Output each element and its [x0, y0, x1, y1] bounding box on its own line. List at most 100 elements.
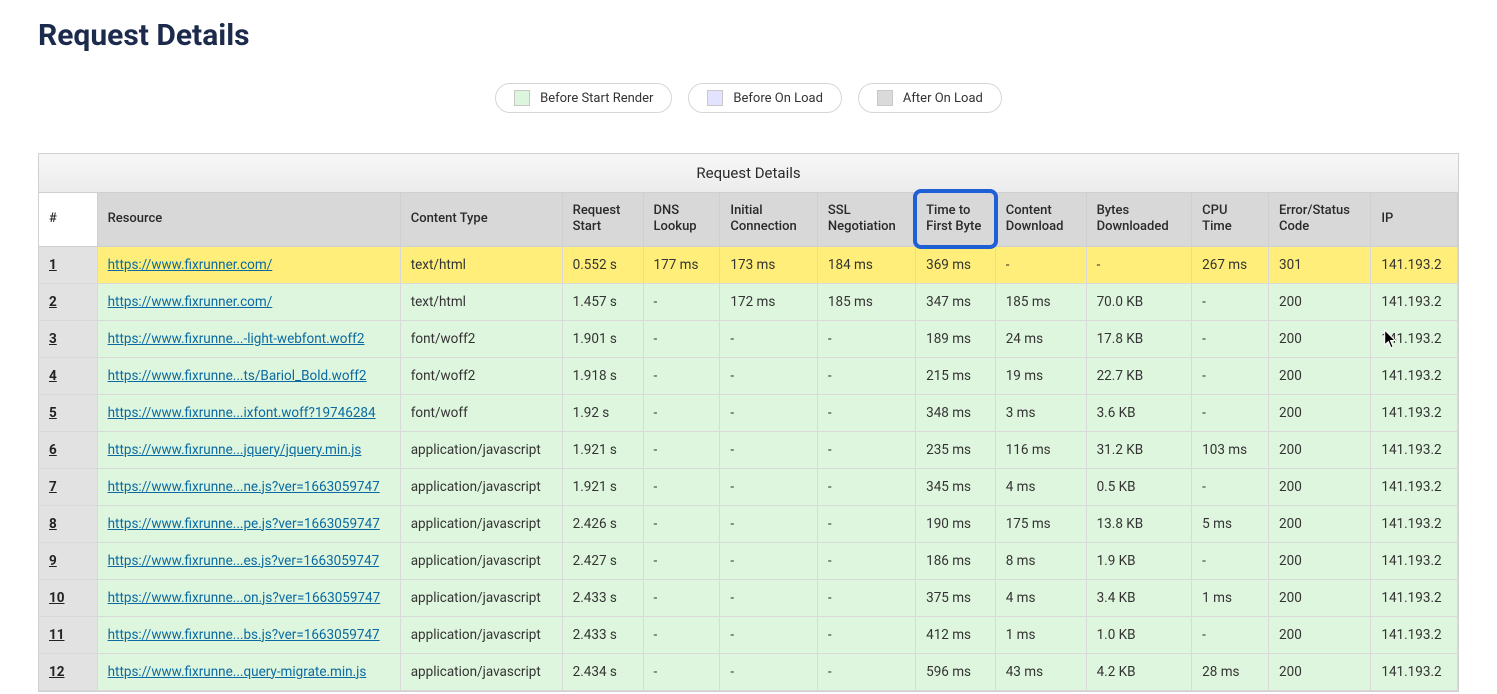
cell-dnsLookup: - [643, 542, 720, 579]
cell-bytesDownloaded: 22.7 KB [1086, 357, 1192, 394]
resource-link[interactable]: https://www.fixrunner.com/ [108, 257, 273, 273]
resource-link[interactable]: https://www.fixrunne...ne.js?ver=1663059… [108, 479, 380, 495]
cell-errorStatus: 200 [1269, 320, 1371, 357]
resource-cell: https://www.fixrunne...ixfont.woff?19746… [97, 394, 400, 431]
cell-ip: 141.193.2 [1371, 542, 1458, 579]
legend-before-on-load[interactable]: Before On Load [688, 83, 842, 113]
cell-errorStatus: 200 [1269, 431, 1371, 468]
resource-link[interactable]: https://www.fixrunne...-light-webfont.wo… [108, 331, 365, 347]
cell-requestStart: 0.552 s [562, 246, 643, 283]
col-header-ttfb[interactable]: Time to First Byte [916, 193, 996, 246]
cell-contentDownload: 19 ms [995, 357, 1086, 394]
cell-ip: 141.193.2 [1371, 320, 1458, 357]
cell-bytesDownloaded: 17.8 KB [1086, 320, 1192, 357]
table-row[interactable]: 8 https://www.fixrunne...pe.js?ver=166305… [39, 505, 1458, 542]
table-row[interactable]: 7 https://www.fixrunne...ne.js?ver=166305… [39, 468, 1458, 505]
legend-label: Before On Load [733, 91, 823, 106]
cell-requestStart: 1.457 s [562, 283, 643, 320]
resource-link[interactable]: https://www.fixrunne...ixfont.woff?19746… [108, 405, 376, 421]
row-index[interactable]: 2 [39, 283, 97, 320]
cell-contentType: text/html [400, 283, 562, 320]
cell-contentType: font/woff2 [400, 357, 562, 394]
table-row[interactable]: 1https://www.fixrunner.com/text/html0.55… [39, 246, 1458, 283]
cell-contentType: application/javascript [400, 616, 562, 653]
cell-requestStart: 2.426 s [562, 505, 643, 542]
cell-ip: 141.193.2 [1371, 357, 1458, 394]
resource-link[interactable]: https://www.fixrunne...pe.js?ver=1663059… [108, 516, 380, 532]
cell-ttfb: 412 ms [916, 616, 996, 653]
row-index[interactable]: 11 [39, 616, 97, 653]
col-header-content-download[interactable]: Content Download [995, 193, 1086, 246]
cell-ttfb: 596 ms [916, 653, 996, 690]
resource-cell: https://www.fixrunne...ts/Bariol_Bold.wo… [97, 357, 400, 394]
cell-sslNegotiation: 184 ms [817, 246, 915, 283]
row-index[interactable]: 5 [39, 394, 97, 431]
row-index[interactable]: 4 [39, 357, 97, 394]
col-header-bytes-downloaded[interactable]: Bytes Downloaded [1086, 193, 1192, 246]
col-header-cpu-time[interactable]: CPU Time [1192, 193, 1269, 246]
cell-contentDownload: 4 ms [995, 579, 1086, 616]
cell-sslNegotiation: - [817, 431, 915, 468]
table-row[interactable]: 9 https://www.fixrunne...es.js?ver=166305… [39, 542, 1458, 579]
col-header-resource[interactable]: Resource [97, 193, 400, 246]
cell-initialConnection: - [720, 505, 818, 542]
resource-link[interactable]: https://www.fixrunne...query-migrate.min… [108, 664, 367, 680]
table-row[interactable]: 2 https://www.fixrunner.com/text/html1.45… [39, 283, 1458, 320]
cell-ip: 141.193.2 [1371, 653, 1458, 690]
cell-dnsLookup: - [643, 505, 720, 542]
col-header-request-start[interactable]: Request Start [562, 193, 643, 246]
row-index[interactable]: 1 [39, 246, 97, 283]
table-row[interactable]: 6 https://www.fixrunne...jquery/jquery.mi… [39, 431, 1458, 468]
cell-requestStart: 1.92 s [562, 394, 643, 431]
table-row[interactable]: 4 https://www.fixrunne...ts/Bariol_Bold.w… [39, 357, 1458, 394]
cell-requestStart: 2.433 s [562, 616, 643, 653]
cell-errorStatus: 200 [1269, 283, 1371, 320]
cell-sslNegotiation: - [817, 394, 915, 431]
cell-errorStatus: 200 [1269, 616, 1371, 653]
row-index[interactable]: 12 [39, 653, 97, 690]
resource-link[interactable]: https://www.fixrunne...on.js?ver=1663059… [108, 590, 381, 606]
cell-bytesDownloaded: 3.6 KB [1086, 394, 1192, 431]
page-title: Request Details [38, 18, 1497, 53]
table-row[interactable]: 12 https://www.fixrunne...query-migrate.m… [39, 653, 1458, 690]
table-row[interactable]: 3 https://www.fixrunne...-light-webfont.w… [39, 320, 1458, 357]
resource-cell: https://www.fixrunne...es.js?ver=1663059… [97, 542, 400, 579]
cell-initialConnection: - [720, 579, 818, 616]
resource-link[interactable]: https://www.fixrunne...bs.js?ver=1663059… [108, 627, 380, 643]
col-header-ssl-negotiation[interactable]: SSL Negotiation [817, 193, 915, 246]
resource-link[interactable]: https://www.fixrunne...es.js?ver=1663059… [108, 553, 380, 569]
col-header-num[interactable]: # [39, 193, 97, 246]
col-header-dns-lookup[interactable]: DNS Lookup [643, 193, 720, 246]
cell-errorStatus: 200 [1269, 505, 1371, 542]
row-index[interactable]: 10 [39, 579, 97, 616]
cell-ip: 141.193.2 [1371, 616, 1458, 653]
cell-sslNegotiation: - [817, 320, 915, 357]
legend-before-start-render[interactable]: Before Start Render [495, 83, 672, 113]
resource-link[interactable]: https://www.fixrunne...ts/Bariol_Bold.wo… [108, 368, 367, 384]
col-header-error-status[interactable]: Error/Status Code [1269, 193, 1371, 246]
cell-ip: 141.193.2 [1371, 394, 1458, 431]
col-header-ip[interactable]: IP [1371, 193, 1458, 246]
cell-ttfb: 348 ms [916, 394, 996, 431]
col-header-initial-connection[interactable]: Initial Connection [720, 193, 818, 246]
row-index[interactable]: 9 [39, 542, 97, 579]
cell-contentType: font/woff2 [400, 320, 562, 357]
cell-cpuTime: - [1192, 616, 1269, 653]
cell-contentDownload: 116 ms [995, 431, 1086, 468]
table-row[interactable]: 5 https://www.fixrunne...ixfont.woff?1974… [39, 394, 1458, 431]
cell-cpuTime: - [1192, 394, 1269, 431]
cell-contentDownload: 4 ms [995, 468, 1086, 505]
resource-link[interactable]: https://www.fixrunne...jquery/jquery.min… [108, 442, 362, 458]
cell-ttfb: 190 ms [916, 505, 996, 542]
table-row[interactable]: 11 https://www.fixrunne...bs.js?ver=16630… [39, 616, 1458, 653]
table-row[interactable]: 10 https://www.fixrunne...on.js?ver=16630… [39, 579, 1458, 616]
resource-link[interactable]: https://www.fixrunner.com/ [108, 294, 273, 310]
legend-after-on-load[interactable]: After On Load [858, 83, 1002, 113]
col-header-content-type[interactable]: Content Type [400, 193, 562, 246]
resource-cell: https://www.fixrunner.com/ [97, 283, 400, 320]
cell-cpuTime: - [1192, 468, 1269, 505]
row-index[interactable]: 6 [39, 431, 97, 468]
row-index[interactable]: 8 [39, 505, 97, 542]
row-index[interactable]: 3 [39, 320, 97, 357]
row-index[interactable]: 7 [39, 468, 97, 505]
